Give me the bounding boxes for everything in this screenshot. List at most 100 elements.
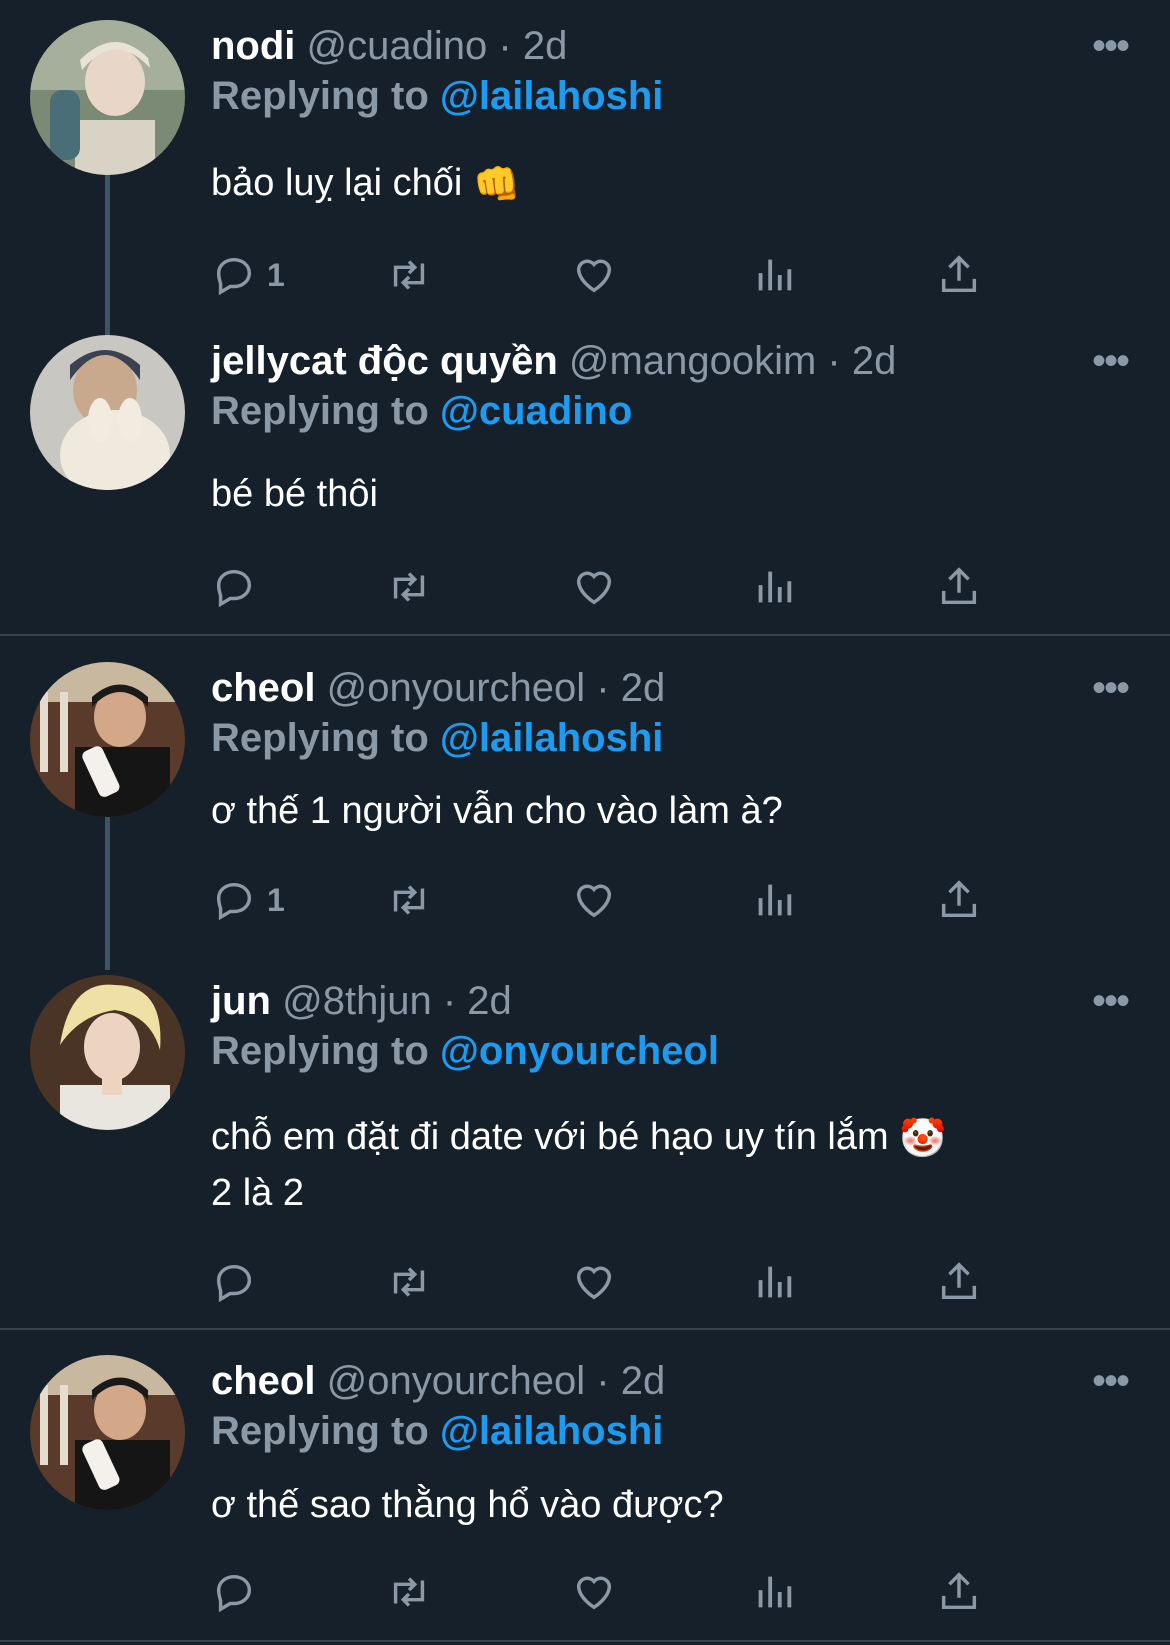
avatar[interactable] — [30, 1355, 185, 1510]
like-button[interactable] — [571, 250, 617, 300]
avatar[interactable] — [30, 335, 185, 490]
display-name[interactable]: jun — [211, 979, 271, 1023]
thread-divider — [0, 634, 1170, 636]
reply-icon — [216, 882, 252, 921]
more-icon[interactable]: ••• — [1092, 981, 1130, 1021]
avatar[interactable] — [30, 20, 185, 175]
display-name[interactable]: nodi — [211, 24, 295, 68]
separator: · — [596, 666, 610, 710]
share-button[interactable] — [936, 250, 982, 300]
views-button[interactable] — [751, 1567, 797, 1617]
retweet-button[interactable] — [386, 250, 432, 300]
more-icon[interactable]: ••• — [1092, 1361, 1130, 1401]
replying-to: Replying to @cuadino — [211, 387, 632, 435]
views-button[interactable] — [751, 875, 797, 925]
retweet-button[interactable] — [386, 1567, 432, 1617]
clown-emoji: 🤡 — [899, 1117, 947, 1160]
reply-feed: nodi @cuadino · 2d ••• Replying to @lail… — [0, 0, 1170, 1645]
mention-link[interactable]: @onyourcheol — [440, 1029, 719, 1073]
reply-button[interactable] — [211, 1257, 267, 1307]
tweet-header: cheol @onyourcheol · 2d — [211, 1357, 665, 1405]
mention-link[interactable]: @lailahoshi — [440, 1409, 664, 1453]
action-bar: 1 — [211, 875, 1041, 925]
reply-button[interactable]: 1 — [211, 875, 285, 925]
like-button[interactable] — [571, 875, 617, 925]
replying-to-label: Replying to — [211, 1029, 429, 1073]
views-button[interactable] — [751, 562, 797, 612]
separator: · — [827, 339, 841, 383]
timestamp[interactable]: 2d — [467, 979, 512, 1023]
like-icon — [576, 571, 612, 605]
tweet-text: bé bé thôi — [211, 473, 378, 515]
views-button[interactable] — [751, 250, 797, 300]
retweet-button[interactable] — [386, 562, 432, 612]
share-icon — [941, 1572, 977, 1610]
replying-to-label: Replying to — [211, 389, 429, 433]
like-icon — [576, 1576, 612, 1610]
timestamp[interactable]: 2d — [621, 1359, 666, 1403]
timestamp[interactable]: 2d — [852, 339, 897, 383]
replying-to: Replying to @lailahoshi — [211, 1407, 663, 1455]
share-icon — [941, 255, 977, 293]
avatar[interactable] — [30, 662, 185, 817]
display-name[interactable]: cheol — [211, 1359, 315, 1403]
share-button[interactable] — [936, 1257, 982, 1307]
action-bar — [211, 1567, 1041, 1617]
like-button[interactable] — [571, 1567, 617, 1617]
retweet-icon — [393, 572, 425, 602]
like-icon — [576, 884, 612, 918]
tweet-header: nodi @cuadino · 2d — [211, 22, 567, 70]
thread-connector — [105, 170, 110, 350]
share-button[interactable] — [936, 1567, 982, 1617]
reply-button[interactable] — [211, 1567, 267, 1617]
more-icon[interactable]: ••• — [1092, 26, 1130, 66]
user-handle[interactable]: @onyourcheol — [327, 1359, 586, 1403]
mention-link[interactable]: @cuadino — [440, 389, 632, 433]
user-handle[interactable]: @8thjun — [282, 979, 432, 1023]
tweet-text-line: chỗ em đặt đi date với bé hạo uy tín lắm — [211, 1116, 889, 1158]
display-name[interactable]: cheol — [211, 666, 315, 710]
reply-icon — [216, 1574, 252, 1613]
like-button[interactable] — [571, 1257, 617, 1307]
share-icon — [941, 567, 977, 605]
user-handle[interactable]: @mangookim — [569, 339, 816, 383]
timestamp[interactable]: 2d — [621, 666, 666, 710]
reply-icon — [216, 569, 252, 608]
display-name[interactable]: jellycat độc quyền — [211, 339, 558, 383]
user-handle[interactable]: @onyourcheol — [327, 666, 586, 710]
reply-button[interactable]: 1 — [211, 250, 285, 300]
avatar[interactable] — [30, 975, 185, 1130]
more-icon[interactable]: ••• — [1092, 668, 1130, 708]
share-button[interactable] — [936, 875, 982, 925]
tweet-header: cheol @onyourcheol · 2d — [211, 664, 665, 712]
action-bar — [211, 562, 1041, 612]
views-icon — [758, 1576, 792, 1608]
retweet-button[interactable] — [386, 875, 432, 925]
share-icon — [941, 1262, 977, 1300]
tweet-text: ơ thế 1 người vẫn cho vào làm à? — [211, 790, 783, 832]
views-icon — [758, 259, 792, 291]
tweet-header: jun @8thjun · 2d — [211, 977, 512, 1025]
timestamp[interactable]: 2d — [523, 24, 568, 68]
tweet-header: jellycat độc quyền @mangookim · 2d — [211, 337, 896, 385]
like-icon — [576, 1266, 612, 1300]
thread-divider — [0, 1328, 1170, 1330]
like-button[interactable] — [571, 562, 617, 612]
replying-to-label: Replying to — [211, 1409, 429, 1453]
reply-icon — [216, 257, 252, 296]
views-icon — [758, 884, 792, 916]
reply-button[interactable] — [211, 562, 267, 612]
views-icon — [758, 1266, 792, 1298]
retweet-button[interactable] — [386, 1257, 432, 1307]
action-bar: 1 — [211, 250, 1041, 300]
reply-count: 1 — [267, 256, 285, 293]
mention-link[interactable]: @lailahoshi — [440, 74, 664, 118]
share-button[interactable] — [936, 562, 982, 612]
more-icon[interactable]: ••• — [1092, 341, 1130, 381]
fist-emoji: 👊 — [472, 163, 521, 206]
user-handle[interactable]: @cuadino — [307, 24, 488, 68]
mention-link[interactable]: @lailahoshi — [440, 716, 664, 760]
tweet-text: chỗ em đặt đi date với bé hạo uy tín lắm… — [211, 1110, 1111, 1220]
views-icon — [758, 571, 792, 603]
views-button[interactable] — [751, 1257, 797, 1307]
